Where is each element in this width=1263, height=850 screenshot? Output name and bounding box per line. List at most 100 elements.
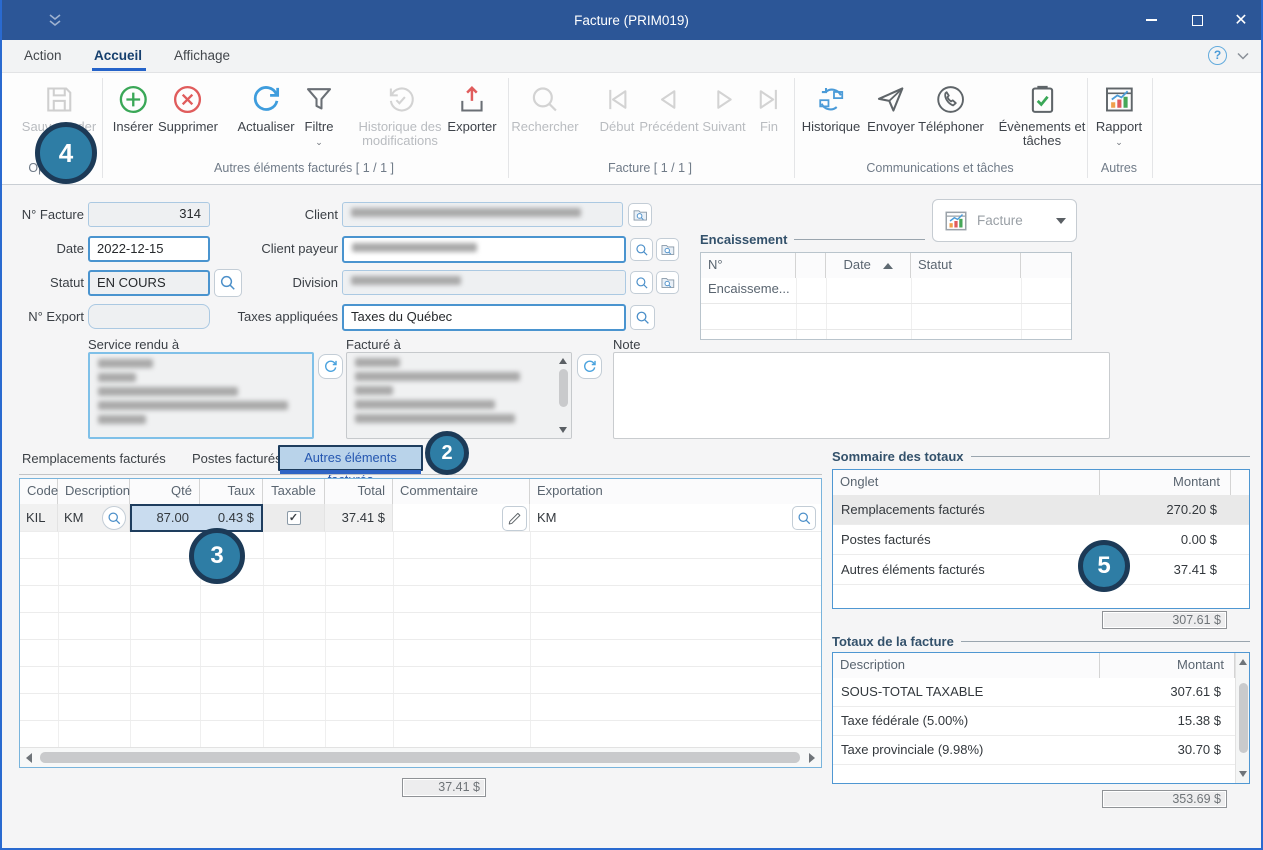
taxable-checkbox[interactable]: ✓ — [287, 511, 301, 525]
cell-total[interactable]: 37.41 $ — [325, 504, 393, 532]
division-search-button[interactable] — [630, 271, 653, 294]
items-col-code[interactable]: Code — [20, 479, 58, 504]
sommaire-col-blank[interactable] — [1231, 470, 1249, 495]
applied-taxes-field[interactable]: Taxes du Québec — [342, 304, 626, 331]
tab-autres-elements-factures[interactable]: Autres éléments facturés — [278, 445, 423, 471]
first-record-button[interactable]: Début — [600, 83, 635, 134]
applied-taxes-search-button[interactable] — [630, 305, 655, 330]
payer-client-search-button[interactable] — [630, 238, 653, 261]
items-col-taxable[interactable]: Taxable — [263, 479, 325, 504]
items-col-exportation[interactable]: Exportation — [530, 479, 821, 504]
items-col-qte[interactable]: Qté — [130, 479, 200, 504]
client-open-button[interactable] — [628, 203, 652, 227]
close-button[interactable]: ✕ — [1221, 0, 1261, 40]
exportation-search-button[interactable] — [792, 506, 816, 530]
cell-taux[interactable]: 0.43 $ — [198, 506, 261, 530]
cell-code[interactable]: KIL — [20, 504, 58, 532]
sommaire-table[interactable]: Onglet Montant Remplacements facturés 27… — [832, 469, 1250, 609]
scroll-up-icon[interactable] — [1239, 659, 1247, 665]
refresh-icon — [249, 83, 282, 116]
last-record-button[interactable]: Fin — [753, 83, 786, 134]
totaux-row-label: Taxe provinciale (9.98%) — [833, 736, 1100, 764]
cell-taxable[interactable]: ✓ — [263, 504, 325, 532]
division-open-button[interactable] — [656, 271, 679, 294]
scroll-right-icon[interactable] — [809, 753, 815, 763]
date-field[interactable]: 2022-12-15 — [88, 236, 210, 262]
table-row[interactable]: SOUS-TOTAL TAXABLE 307.61 $ — [833, 678, 1235, 707]
delete-button[interactable]: Supprimer — [158, 83, 218, 134]
totaux-col-montant[interactable]: Montant — [1100, 653, 1235, 678]
phone-button[interactable]: Téléphoner — [918, 83, 984, 134]
sommaire-col-onglet[interactable]: Onglet — [833, 470, 1100, 495]
items-col-description[interactable]: Description — [58, 479, 130, 504]
totaux-scrollbar[interactable] — [1235, 653, 1249, 783]
encaissement-col-date[interactable]: Date — [826, 253, 911, 278]
encaissement-col-no[interactable]: N° Encaisseme... — [701, 253, 796, 278]
billed-to-box[interactable] — [346, 352, 572, 439]
legend-rule — [971, 456, 1251, 457]
payer-client-open-button[interactable] — [656, 238, 679, 261]
service-rendered-refresh-button[interactable] — [318, 354, 343, 379]
scroll-up-icon[interactable] — [559, 358, 567, 364]
comment-edit-button[interactable] — [502, 506, 527, 531]
collapse-ribbon-icon[interactable] — [1237, 52, 1249, 60]
cell-qte[interactable]: 87.00 — [132, 506, 198, 530]
scroll-left-icon[interactable] — [26, 753, 32, 763]
scrollbar-thumb[interactable] — [559, 369, 568, 407]
encaissement-col-statut[interactable]: Statut — [911, 253, 1021, 278]
items-col-commentaire[interactable]: Commentaire — [393, 479, 530, 504]
scroll-down-icon[interactable] — [1239, 771, 1247, 777]
insert-button[interactable]: Insérer — [113, 83, 153, 134]
help-button[interactable]: ? — [1208, 46, 1227, 65]
totaux-col-description[interactable]: Description — [833, 653, 1100, 678]
billed-to-scrollbar[interactable] — [556, 353, 571, 438]
items-col-taux[interactable]: Taux — [200, 479, 263, 504]
tab-remplacements-factures[interactable]: Remplacements facturés — [22, 446, 166, 471]
payer-client-field[interactable] — [342, 236, 626, 263]
totaux-table[interactable]: Description Montant SOUS-TOTAL TAXABLE 3… — [832, 652, 1250, 784]
tab-action[interactable]: Action — [24, 40, 62, 72]
scrollbar-thumb[interactable] — [1239, 683, 1248, 753]
service-rendered-box[interactable] — [88, 352, 314, 439]
search-icon — [106, 510, 123, 527]
report-button[interactable]: Rapport ⌄ — [1096, 83, 1142, 146]
tab-postes-factures[interactable]: Postes facturés — [192, 446, 282, 471]
items-col-total[interactable]: Total — [325, 479, 393, 504]
items-table[interactable]: Code Description Qté Taux Taxable Total … — [19, 478, 822, 768]
encaissement-col-blank2[interactable] — [1021, 253, 1071, 278]
description-search-button[interactable] — [102, 506, 126, 530]
tab-affichage[interactable]: Affichage — [174, 40, 230, 72]
items-hscrollbar[interactable] — [20, 747, 821, 767]
modification-history-button[interactable]: Historique des modifications — [341, 83, 459, 148]
table-row[interactable]: Autres éléments facturés 37.41 $ — [833, 555, 1249, 585]
search-button[interactable]: Rechercher — [511, 83, 578, 134]
table-row[interactable]: Taxe provinciale (9.98%) 30.70 $ — [833, 736, 1235, 765]
quick-access-icon[interactable] — [48, 12, 62, 28]
table-row[interactable]: Remplacements facturés 270.20 $ — [833, 495, 1249, 525]
events-tasks-button[interactable]: Évènements et tâches — [994, 83, 1090, 148]
selected-cells-qte-taux[interactable]: 87.00 0.43 $ — [130, 504, 263, 532]
export-button[interactable]: Exporter — [447, 83, 496, 134]
table-row[interactable]: KIL KM 87.00 0.43 $ ✓ 37.41 $ KM — [20, 504, 821, 532]
maximize-button[interactable] — [1177, 0, 1217, 40]
encaissement-table[interactable]: N° Encaisseme... Date Statut — [700, 252, 1072, 340]
sommaire-col-montant[interactable]: Montant — [1100, 470, 1231, 495]
note-box[interactable] — [613, 352, 1110, 439]
filter-button[interactable]: Filtre ⌄ — [303, 83, 336, 146]
minimize-button[interactable] — [1131, 0, 1171, 40]
table-row[interactable]: Taxe fédérale (5.00%) 15.38 $ — [833, 707, 1235, 736]
previous-record-button[interactable]: Précédent — [639, 83, 698, 134]
billed-to-refresh-button[interactable] — [577, 354, 602, 379]
table-row[interactable]: Postes facturés 0.00 $ — [833, 525, 1249, 555]
scroll-down-icon[interactable] — [559, 427, 567, 433]
report-selector[interactable]: Facture — [932, 199, 1077, 242]
cell-exportation[interactable]: KM — [530, 504, 821, 532]
annotation-step-5: 5 — [1078, 540, 1130, 592]
scrollbar-thumb[interactable] — [40, 752, 800, 763]
refresh-button[interactable]: Actualiser — [237, 83, 294, 134]
encaissement-col-blank[interactable] — [796, 253, 826, 278]
history-label: Historique — [802, 120, 861, 134]
history-button[interactable]: Historique — [802, 83, 861, 134]
next-record-button[interactable]: Suivant — [702, 83, 745, 134]
send-button[interactable]: Envoyer — [867, 83, 915, 134]
